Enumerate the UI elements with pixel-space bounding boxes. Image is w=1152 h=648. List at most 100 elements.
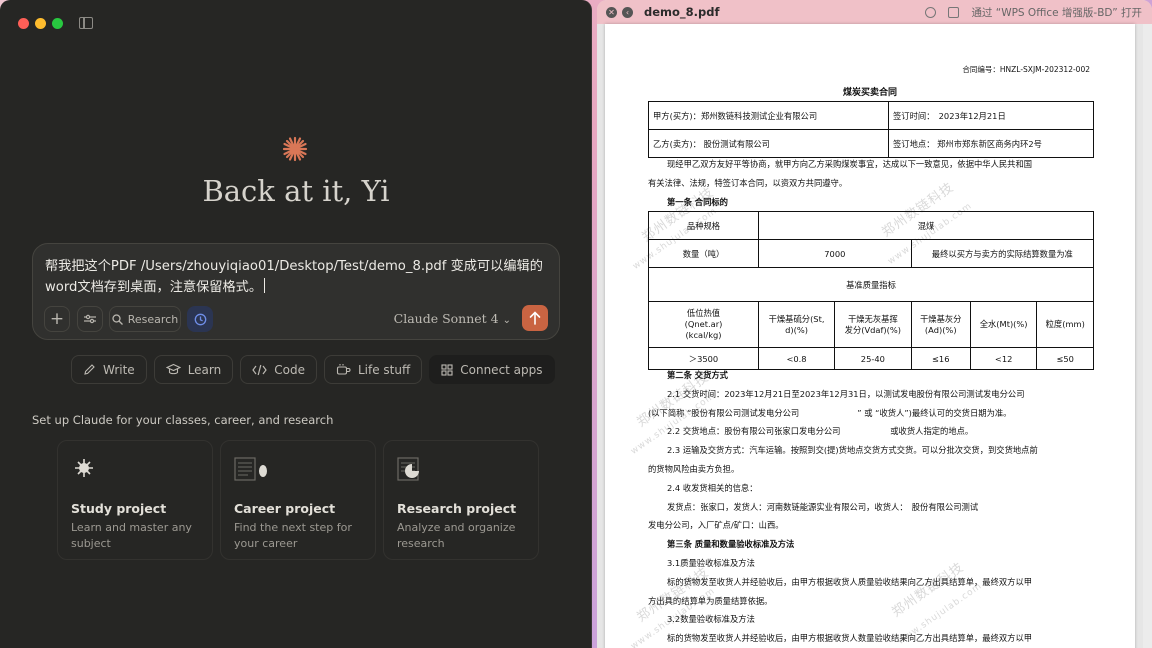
research-project-desc: Analyze and organize research <box>397 521 516 550</box>
message-input[interactable]: 帮我把这个PDF /Users/zhouyiqiao01/Desktop/Tes… <box>45 256 545 298</box>
connect-apps-chip[interactable]: Connect apps <box>429 355 555 384</box>
intro-line: 有关法律、法规，特签订本合同，以资双方共同遵守。 <box>648 177 848 188</box>
model-selector[interactable]: Claude Sonnet 4 ⌄ <box>394 311 511 326</box>
body-line: 发电分公司，入厂矿点/矿口：山西。 <box>648 520 784 531</box>
search-icon <box>112 313 123 325</box>
career-project-card[interactable]: Career project Find the next step for yo… <box>220 440 376 560</box>
qty-label: 数量（吨） <box>648 239 759 268</box>
contract-number: 合同编号：HNZL-SXJM-202312-002 <box>962 65 1090 74</box>
add-attachment-button[interactable]: + <box>44 306 70 332</box>
document-title: 煤炭买卖合同 <box>842 88 897 98</box>
pencil-icon <box>84 364 95 375</box>
zoom-window-button[interactable] <box>52 18 63 29</box>
study-project-card[interactable]: Study project Learn and master any subje… <box>57 440 213 560</box>
life-stuff-chip[interactable]: Life stuff <box>323 355 423 384</box>
model-name: Claude Sonnet 4 <box>393 311 499 326</box>
graduation-cap-icon <box>165 363 181 375</box>
study-icon <box>75 459 93 477</box>
share-icon[interactable] <box>948 7 960 18</box>
body-line: 标的货物发至收货人并经验收后，由甲方根据收货人质量验收结果向乙方出具结算单，最终… <box>667 576 1033 587</box>
party-b: 乙方(卖方)： 股份测试有限公司 <box>648 129 889 158</box>
code-chip[interactable]: Code <box>240 355 317 384</box>
sidebar-toggle-icon[interactable] <box>79 17 93 29</box>
research-button[interactable]: Research <box>109 306 181 332</box>
send-button[interactable] <box>522 305 548 331</box>
research-project-card[interactable]: Research project Analyze and organize re… <box>383 440 539 560</box>
preview-titlebar: ✕ ‹ demo_8.pdf 通过 “WPS Office 增强版-BD” 打开 <box>597 0 1152 24</box>
header-cell: 粒度(mm) <box>1036 301 1094 348</box>
scrollbar[interactable] <box>1143 24 1152 648</box>
body-line: 2.3 运输及交货方式：汽车运输。按照到交(提)货地点交货方式交货。可以分批次交… <box>667 445 1038 456</box>
qty-value: 7000 <box>758 239 912 268</box>
close-window-button[interactable] <box>18 18 29 29</box>
window-controls <box>18 18 63 29</box>
sliders-icon <box>84 314 96 324</box>
header-cell: 低位热值 (Qnet.ar) (kcal/kg) <box>648 301 759 348</box>
code-label: Code <box>274 362 305 377</box>
message-text: 帮我把这个PDF /Users/zhouyiqiao01/Desktop/Tes… <box>45 259 543 295</box>
code-icon <box>252 364 267 375</box>
body-line: 2.1 交货时间：2023年12月21日至2023年12月31日，以测试发电股份… <box>667 388 1025 399</box>
header-cell: 干燥基灰分 (Ad)(%) <box>910 301 971 348</box>
study-project-desc: Learn and master any subject <box>71 521 192 550</box>
claude-logo-icon <box>282 136 308 162</box>
coffee-cup-icon <box>336 364 351 375</box>
career-project-title: Career project <box>234 501 336 516</box>
study-project-title: Study project <box>71 501 167 516</box>
article-heading: 第一条 合同标的 <box>667 196 728 207</box>
project-cards: Study project Learn and master any subje… <box>57 440 539 560</box>
research-doc-icon <box>397 457 419 481</box>
research-project-title: Research project <box>397 501 517 516</box>
header-cell: 干燥无灰基挥 发分(Vdaf)(%) <box>834 301 912 348</box>
body-line: (以下简称 “股份有限公司测试发电分公司 ” 或 “收货人”)最终认可的交货日期… <box>648 407 1012 418</box>
parties-table: 甲方(买方)：郑州数链科技测试企业有限公司 签订时间： 2023年12月21日 乙… <box>648 101 1094 158</box>
open-with-button[interactable]: 通过 “WPS Office 增强版-BD” 打开 <box>971 5 1142 20</box>
file-name: demo_8.pdf <box>644 5 720 19</box>
learn-chip[interactable]: Learn <box>153 355 234 384</box>
write-label: Write <box>103 362 135 377</box>
body-line: 发货点：张家口，发货人：河南数链能源实业有限公司，收货人： 股份有限公司测试 <box>667 501 979 512</box>
write-chip[interactable]: Write <box>71 355 147 384</box>
pdf-preview-window: ✕ ‹ demo_8.pdf 通过 “WPS Office 增强版-BD” 打开… <box>597 0 1152 648</box>
body-line: 的货物风险由卖方负担。 <box>648 463 740 474</box>
arrow-up-icon <box>529 311 541 325</box>
extended-thinking-button[interactable] <box>187 306 213 332</box>
intro-line: 现经甲乙双方友好平等协商，就甲方向乙方采购煤炭事宜，达成以下一致意见，依据中华人… <box>667 159 1033 169</box>
close-icon[interactable]: ✕ <box>606 6 617 18</box>
grid-icon <box>441 363 453 376</box>
greeting-heading: Back at it, Yi <box>202 174 390 208</box>
markup-icon[interactable] <box>925 7 937 18</box>
setup-title: Set up Claude for your classes, career, … <box>32 413 334 427</box>
spec-label: 品种规格 <box>648 211 759 240</box>
claude-window: Back at it, Yi 帮我把这个PDF /Users/zhouyiqia… <box>0 0 592 648</box>
back-icon[interactable]: ‹ <box>622 6 633 18</box>
research-label: Research <box>127 312 179 326</box>
party-a: 甲方(买方)：郑州数链科技测试企业有限公司 <box>648 101 889 130</box>
career-icon <box>234 457 267 481</box>
clock-icon <box>194 313 206 325</box>
quality-heading: 基准质量指标 <box>648 267 1094 302</box>
sign-place: 签订地点： 郑州市郑东新区商务内环2号 <box>888 129 1094 158</box>
message-composer[interactable]: 帮我把这个PDF /Users/zhouyiqiao01/Desktop/Tes… <box>32 243 560 340</box>
header-cell: 干燥基硫分(St, d)(%) <box>757 301 836 348</box>
qty-note: 最终以买方与卖方的实际结算数量为准 <box>910 239 1095 268</box>
body-line: 2.4 收发货相关的信息： <box>667 482 758 493</box>
body-line: 方出具的结算单为质量结算依据。 <box>648 595 773 606</box>
specs-table: 品种规格 混煤 数量（吨） 7000 最终以买方与卖方的实际结算数量为准 基准质量指标… <box>648 211 1095 370</box>
article-heading: 第三条 质量和数量验收标准及方法 <box>667 539 795 550</box>
tools-button[interactable] <box>77 306 103 332</box>
body-line: 2.2 交货地点：股份有限公司张家口发电分公司 或收货人指定的地点。 <box>667 426 974 437</box>
chevron-down-icon: ⌄ <box>502 315 511 326</box>
body-line: 3.1质量验收标准及方法 <box>667 557 755 568</box>
header-cell: 全水(Mt)(%) <box>969 301 1038 348</box>
text-caret <box>264 278 266 293</box>
body-line: 标的货物发至收货人并经验收后，由甲方根据收货人数量验收结果向乙方出具结算单，最终… <box>667 633 1033 644</box>
learn-label: Learn <box>187 362 222 377</box>
body-line: 3.2数量验收标准及方法 <box>667 614 755 625</box>
coal-type: 混煤 <box>758 211 1094 240</box>
intro-paragraph: 现经甲乙双方友好平等协商，就甲方向乙方采购煤炭事宜，达成以下一致意见，依据中华人… <box>648 155 1094 211</box>
minimize-window-button[interactable] <box>35 18 46 29</box>
body-text: 第二条 交货方式 2.1 交货时间：2023年12月21日至2023年12月31… <box>648 366 1094 648</box>
sign-time: 签订时间： 2023年12月21日 <box>888 101 1094 130</box>
article-heading: 第二条 交货方式 <box>667 370 728 380</box>
